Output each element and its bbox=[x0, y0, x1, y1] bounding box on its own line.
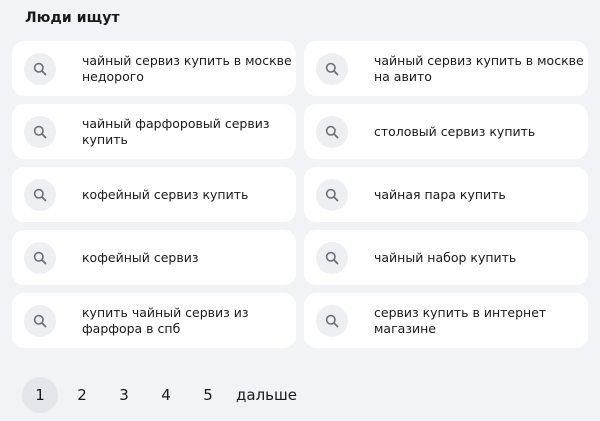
suggestion-text: чайная пара купить bbox=[374, 186, 506, 202]
page-5-button[interactable]: 5 bbox=[190, 377, 226, 413]
suggestion-card[interactable]: сервиз купить в интернет магазине bbox=[304, 293, 588, 348]
search-icon bbox=[316, 115, 348, 148]
suggestion-card[interactable]: чайный набор купить bbox=[304, 230, 588, 285]
suggestion-text: кофейный сервиз bbox=[82, 249, 199, 265]
page-2-button[interactable]: 2 bbox=[64, 377, 100, 413]
page-3-button[interactable]: 3 bbox=[106, 377, 142, 413]
people-search-widget: Люди ищут чайный сервиз купить в москве … bbox=[0, 0, 600, 421]
suggestion-text: чайный сервиз купить в москве недорого bbox=[82, 52, 292, 84]
page-4-button[interactable]: 4 bbox=[148, 377, 184, 413]
suggestion-card[interactable]: кофейный сервиз bbox=[12, 230, 296, 285]
search-icon bbox=[24, 178, 56, 211]
suggestion-card[interactable]: кофейный сервиз купить bbox=[12, 167, 296, 222]
suggestion-text: кофейный сервиз купить bbox=[82, 186, 249, 202]
search-icon bbox=[24, 304, 56, 337]
page-1-button[interactable]: 1 bbox=[22, 377, 58, 413]
search-icon bbox=[316, 52, 348, 85]
suggestion-text: чайный набор купить bbox=[374, 249, 517, 265]
next-page-link[interactable]: дальше bbox=[236, 386, 297, 404]
suggestion-card[interactable]: столовый сервиз купить bbox=[304, 104, 588, 159]
suggestion-card[interactable]: чайный сервиз купить в москве на авито bbox=[304, 41, 588, 96]
suggestion-card[interactable]: купить чайный сервиз из фарфора в спб bbox=[12, 293, 296, 348]
suggestion-card[interactable]: чайный сервиз купить в москве недорого bbox=[12, 41, 296, 96]
pagination: 1 2 3 4 5 дальше bbox=[22, 377, 297, 413]
suggestions-grid: чайный сервиз купить в москве недорого ч… bbox=[12, 41, 588, 348]
suggestion-card[interactable]: чайная пара купить bbox=[304, 167, 588, 222]
search-icon bbox=[24, 115, 56, 148]
suggestion-text: купить чайный сервиз из фарфора в спб bbox=[82, 304, 249, 336]
search-icon bbox=[316, 178, 348, 211]
suggestion-text: столовый сервиз купить bbox=[374, 123, 536, 139]
suggestion-card[interactable]: чайный фарфоровый сервиз купить bbox=[12, 104, 296, 159]
section-title: Люди ищут bbox=[25, 10, 120, 26]
search-icon bbox=[316, 241, 348, 274]
search-icon bbox=[24, 241, 56, 274]
search-icon bbox=[24, 52, 56, 85]
suggestion-text: чайный сервиз купить в москве на авито bbox=[374, 52, 584, 84]
suggestion-text: чайный фарфоровый сервиз купить bbox=[82, 115, 270, 147]
suggestion-text: сервиз купить в интернет магазине bbox=[374, 304, 547, 336]
search-icon bbox=[316, 304, 348, 337]
